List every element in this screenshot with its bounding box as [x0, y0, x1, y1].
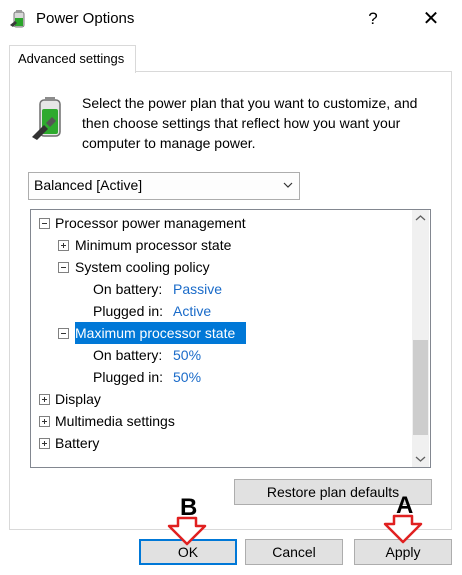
expand-icon[interactable]: [58, 240, 69, 251]
tree-item-display[interactable]: Display: [55, 388, 101, 410]
power-options-icon: [10, 10, 25, 28]
tree-item-processor-power-management[interactable]: Processor power management: [55, 212, 246, 234]
tree-item-multimedia-settings[interactable]: Multimedia settings: [55, 410, 175, 432]
close-button[interactable]: ✕: [418, 8, 444, 30]
scroll-up-icon[interactable]: [412, 210, 429, 227]
plan-description: Select the power plan that you want to c…: [82, 95, 418, 151]
collapse-icon[interactable]: [58, 262, 69, 273]
ok-button[interactable]: OK: [139, 539, 237, 565]
tab-label: Advanced settings: [18, 51, 125, 66]
power-plan-value: Balanced [Active]: [34, 177, 143, 193]
marker-a-label: A: [396, 492, 414, 519]
chevron-down-icon: [283, 182, 293, 188]
marker-b-label: B: [180, 494, 198, 521]
settings-tree[interactable]: Processor power management Minimum proce…: [30, 209, 431, 468]
expand-icon[interactable]: [39, 416, 50, 427]
collapse-icon[interactable]: [39, 218, 50, 229]
title-bar: Power Options ? ✕: [0, 0, 462, 38]
scrollbar-thumb[interactable]: [413, 340, 428, 435]
apply-button[interactable]: Apply: [354, 539, 452, 565]
collapse-icon[interactable]: [58, 328, 69, 339]
scroll-down-icon[interactable]: [412, 450, 429, 467]
tab-advanced-settings[interactable]: Advanced settings: [9, 45, 136, 73]
tree-item-maximum-processor-state[interactable]: Maximum processor state: [75, 322, 235, 344]
max-on-battery-label: On battery:: [93, 347, 163, 363]
max-plugged-in-label: Plugged in:: [93, 369, 164, 385]
tree-item-system-cooling-policy[interactable]: System cooling policy: [75, 256, 210, 278]
max-on-battery-value[interactable]: 50%: [173, 344, 201, 366]
cancel-button[interactable]: Cancel: [245, 539, 343, 565]
cooling-plugged-in-label: Plugged in:: [93, 303, 164, 319]
vertical-scrollbar[interactable]: [412, 210, 429, 467]
cooling-on-battery-value[interactable]: Passive: [173, 278, 222, 300]
battery-power-icon: [32, 97, 61, 140]
power-plan-select[interactable]: Balanced [Active]: [28, 172, 300, 200]
tree-item-minimum-processor-state[interactable]: Minimum processor state: [75, 234, 231, 256]
tree-item-battery[interactable]: Battery: [55, 432, 99, 454]
expand-icon[interactable]: [39, 394, 50, 405]
cooling-on-battery-label: On battery:: [93, 281, 163, 297]
max-plugged-in-value[interactable]: 50%: [173, 366, 201, 388]
window-title: Power Options: [36, 10, 135, 27]
cooling-plugged-in-value[interactable]: Active: [173, 300, 211, 322]
help-button[interactable]: ?: [360, 8, 386, 30]
expand-icon[interactable]: [39, 438, 50, 449]
